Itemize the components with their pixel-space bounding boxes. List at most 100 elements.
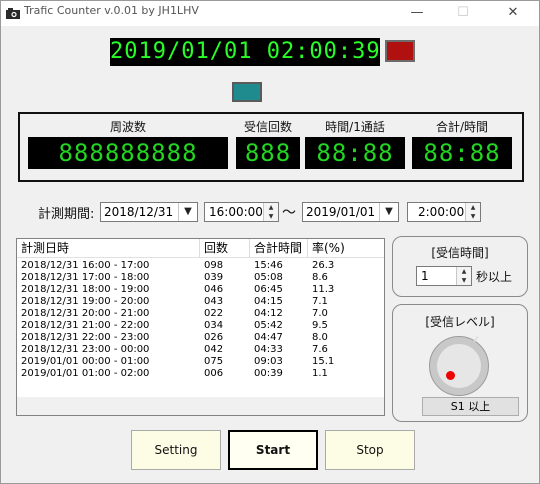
cell-total-time: 04:15 bbox=[254, 296, 283, 307]
spin-up-icon[interactable]: ▲ bbox=[466, 203, 480, 212]
maximize-button[interactable]: ☐ bbox=[440, 0, 486, 26]
cell-total-time: 15:46 bbox=[254, 260, 283, 271]
header-count[interactable]: 回数 bbox=[200, 239, 250, 257]
measure-period-label: 計測期間: bbox=[38, 207, 95, 222]
time-per-call-display: 88:88 bbox=[305, 137, 405, 169]
cell-total-time: 00:39 bbox=[254, 368, 283, 379]
table-row[interactable]: 2018/12/31 20:00 - 21:00 022 04:12 7.0 bbox=[17, 308, 384, 320]
cell-count: 043 bbox=[204, 296, 224, 307]
end-time-spinner[interactable]: 2:00:00 ▲ ▼ bbox=[407, 202, 481, 222]
cell-datetime: 2019/01/01 00:00 - 01:00 bbox=[21, 356, 150, 367]
cell-rate: 7.6 bbox=[312, 344, 328, 355]
cell-total-time: 05:08 bbox=[254, 272, 283, 283]
cell-total-time: 09:03 bbox=[254, 356, 283, 367]
frequency-display: 888888888 bbox=[28, 137, 228, 169]
spin-up-icon[interactable]: ▲ bbox=[264, 203, 278, 212]
receive-time-stepper[interactable]: ▲ ▼ bbox=[456, 267, 471, 285]
table-row[interactable]: 2018/12/31 16:00 - 17:00 098 15:46 26.3 bbox=[17, 260, 384, 272]
minimize-button[interactable]: — bbox=[394, 0, 440, 26]
cell-rate: 8.6 bbox=[312, 272, 328, 283]
cell-total-time: 04:33 bbox=[254, 344, 283, 355]
range-tilde: ～ bbox=[282, 205, 296, 221]
spin-down-icon[interactable]: ▼ bbox=[466, 212, 480, 221]
start-time-spinner[interactable]: 16:00:00 ▲ ▼ bbox=[204, 202, 279, 222]
receive-time-unit: 秒以上 bbox=[476, 270, 513, 284]
table-row[interactable]: 2018/12/31 18:00 - 19:00 046 06:45 11.3 bbox=[17, 284, 384, 296]
end-date-picker[interactable]: 2019/01/01 ▼ bbox=[302, 202, 399, 222]
cell-count: 006 bbox=[204, 368, 224, 379]
end-time-stepper[interactable]: ▲ ▼ bbox=[465, 203, 480, 221]
cell-datetime: 2018/12/31 21:00 - 22:00 bbox=[21, 320, 150, 331]
end-time-value: 2:00:00 bbox=[418, 205, 465, 219]
receive-level-title: [受信レベル] bbox=[425, 315, 495, 329]
cell-count: 026 bbox=[204, 332, 224, 343]
cell-count: 075 bbox=[204, 356, 224, 367]
cell-rate: 26.3 bbox=[312, 260, 335, 271]
total-per-hour-display: 88:88 bbox=[412, 137, 512, 169]
cell-total-time: 05:42 bbox=[254, 320, 283, 331]
level-threshold-button[interactable]: S1 以上 bbox=[422, 397, 519, 416]
chevron-down-icon[interactable]: ▼ bbox=[178, 203, 197, 221]
cell-rate: 9.5 bbox=[312, 320, 328, 331]
setting-button[interactable]: Setting bbox=[131, 430, 221, 470]
total-per-hour-label: 合計/時間 bbox=[435, 120, 489, 134]
chevron-down-icon[interactable]: ▼ bbox=[379, 203, 398, 221]
header-datetime[interactable]: 計測日時 bbox=[17, 239, 200, 257]
table-row[interactable]: 2018/12/31 21:00 - 22:00 034 05:42 9.5 bbox=[17, 320, 384, 332]
knob-indicator-dot bbox=[446, 371, 455, 380]
cell-rate: 7.1 bbox=[312, 296, 328, 307]
cell-datetime: 2019/01/01 01:00 - 02:00 bbox=[21, 368, 150, 379]
cell-rate: 1.1 bbox=[312, 368, 328, 379]
start-time-value: 16:00:00 bbox=[209, 205, 263, 219]
receive-time-spinner[interactable]: 1 ▲ ▼ bbox=[416, 266, 472, 286]
table-row[interactable]: 2019/01/01 00:00 - 01:00 075 09:03 15.1 bbox=[17, 356, 384, 368]
cell-count: 022 bbox=[204, 308, 224, 319]
table-row[interactable]: 2018/12/31 19:00 - 20:00 043 04:15 7.1 bbox=[17, 296, 384, 308]
spin-up-icon[interactable]: ▲ bbox=[457, 267, 471, 276]
receive-time-value: 1 bbox=[421, 269, 429, 283]
cell-count: 046 bbox=[204, 284, 224, 295]
spin-down-icon[interactable]: ▼ bbox=[264, 212, 278, 221]
cell-total-time: 04:12 bbox=[254, 308, 283, 319]
datetime-display: 2019/01/01 02:00:39 bbox=[110, 38, 380, 66]
list-header: 計測日時 回数 合計時間 率(%) bbox=[17, 239, 384, 258]
cell-datetime: 2018/12/31 17:00 - 18:00 bbox=[21, 272, 150, 283]
table-row[interactable]: 2018/12/31 22:00 - 23:00 026 04:47 8.0 bbox=[17, 332, 384, 344]
start-time-stepper[interactable]: ▲ ▼ bbox=[263, 203, 278, 221]
table-row[interactable]: 2018/12/31 17:00 - 18:00 039 05:08 8.6 bbox=[17, 272, 384, 284]
cell-rate: 8.0 bbox=[312, 332, 328, 343]
start-date-picker[interactable]: 2018/12/31 ▼ bbox=[100, 202, 198, 222]
cell-rate: 11.3 bbox=[312, 284, 335, 295]
receive-count-display: 888 bbox=[236, 137, 300, 169]
header-rate[interactable]: 率(%) bbox=[308, 239, 384, 257]
table-row[interactable]: 2018/12/31 23:00 - 00:00 042 04:33 7.6 bbox=[17, 344, 384, 356]
cell-count: 098 bbox=[204, 260, 224, 271]
header-total-time[interactable]: 合計時間 bbox=[250, 239, 308, 257]
app-camera-icon bbox=[6, 8, 20, 19]
cell-rate: 15.1 bbox=[312, 356, 335, 367]
results-list[interactable]: 計測日時 回数 合計時間 率(%) 2018/12/31 16:00 - 17:… bbox=[16, 238, 385, 416]
level-knob-face bbox=[437, 344, 481, 388]
start-button[interactable]: Start bbox=[228, 430, 318, 470]
close-button[interactable]: ✕ bbox=[490, 0, 536, 26]
cell-datetime: 2018/12/31 23:00 - 00:00 bbox=[21, 344, 150, 355]
horizontal-scrollbar[interactable] bbox=[17, 397, 384, 415]
cell-rate: 7.0 bbox=[312, 308, 328, 319]
teal-indicator-led bbox=[232, 82, 262, 102]
stop-button[interactable]: Stop bbox=[325, 430, 415, 470]
cell-datetime: 2018/12/31 20:00 - 21:00 bbox=[21, 308, 150, 319]
window-title: Trafic Counter v.0.01 by JH1LHV bbox=[24, 4, 199, 17]
cell-total-time: 06:45 bbox=[254, 284, 283, 295]
cell-count: 042 bbox=[204, 344, 224, 355]
cell-count: 039 bbox=[204, 272, 224, 283]
red-indicator-led bbox=[385, 40, 415, 62]
cell-count: 034 bbox=[204, 320, 224, 331]
cell-datetime: 2018/12/31 18:00 - 19:00 bbox=[21, 284, 150, 295]
receive-count-label: 受信回数 bbox=[243, 120, 292, 134]
frequency-label: 周波数 bbox=[109, 120, 146, 134]
end-date-value: 2019/01/01 bbox=[306, 205, 376, 219]
table-row[interactable]: 2019/01/01 01:00 - 02:00 006 00:39 1.1 bbox=[17, 368, 384, 380]
spin-down-icon[interactable]: ▼ bbox=[457, 276, 471, 285]
cell-datetime: 2018/12/31 22:00 - 23:00 bbox=[21, 332, 150, 343]
cell-datetime: 2018/12/31 19:00 - 20:00 bbox=[21, 296, 150, 307]
